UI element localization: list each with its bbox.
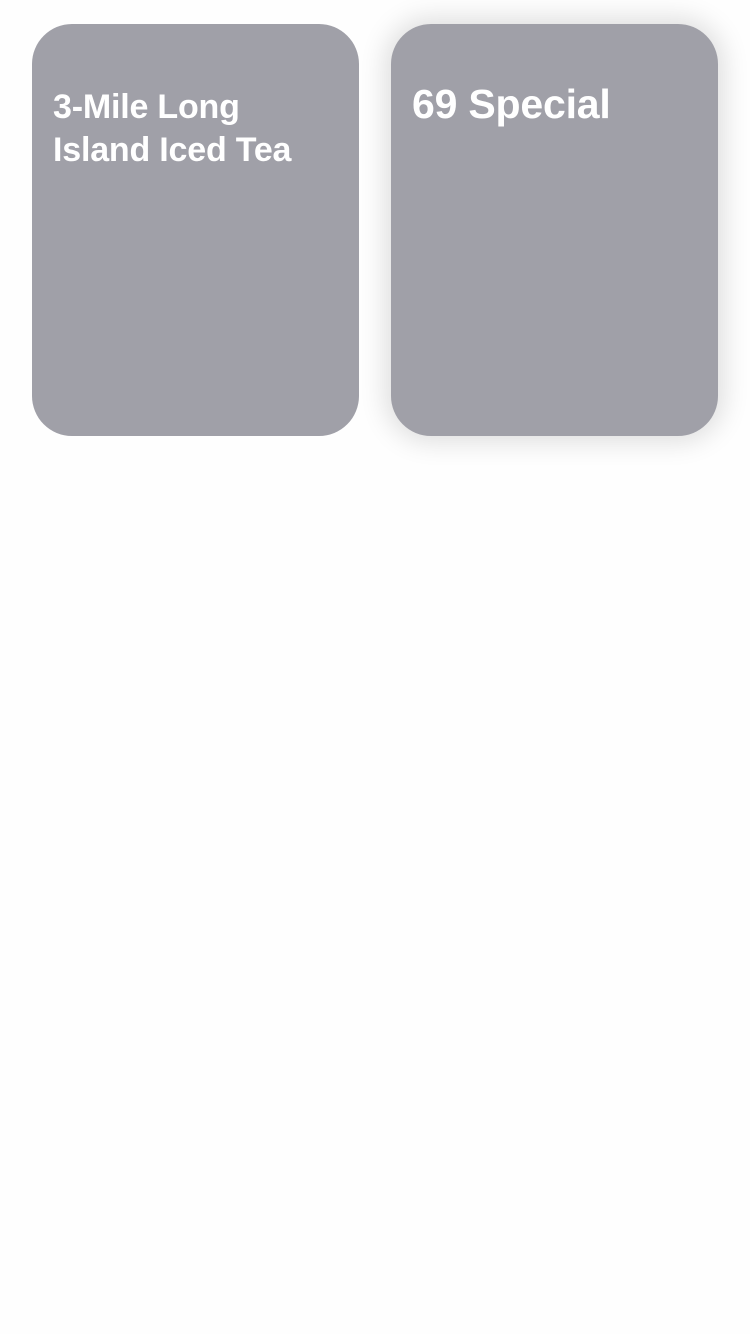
drink-card-grid: 3-Mile Long Island Iced Tea 69 Special (0, 0, 750, 460)
drink-card-title: 69 Special (412, 81, 611, 127)
drink-card-3-mile-long-island-iced-tea[interactable]: 3-Mile Long Island Iced Tea (32, 24, 359, 436)
drink-card-title: 3-Mile Long Island Iced Tea (53, 88, 292, 169)
drink-card-69-special[interactable]: 69 Special (391, 24, 718, 436)
